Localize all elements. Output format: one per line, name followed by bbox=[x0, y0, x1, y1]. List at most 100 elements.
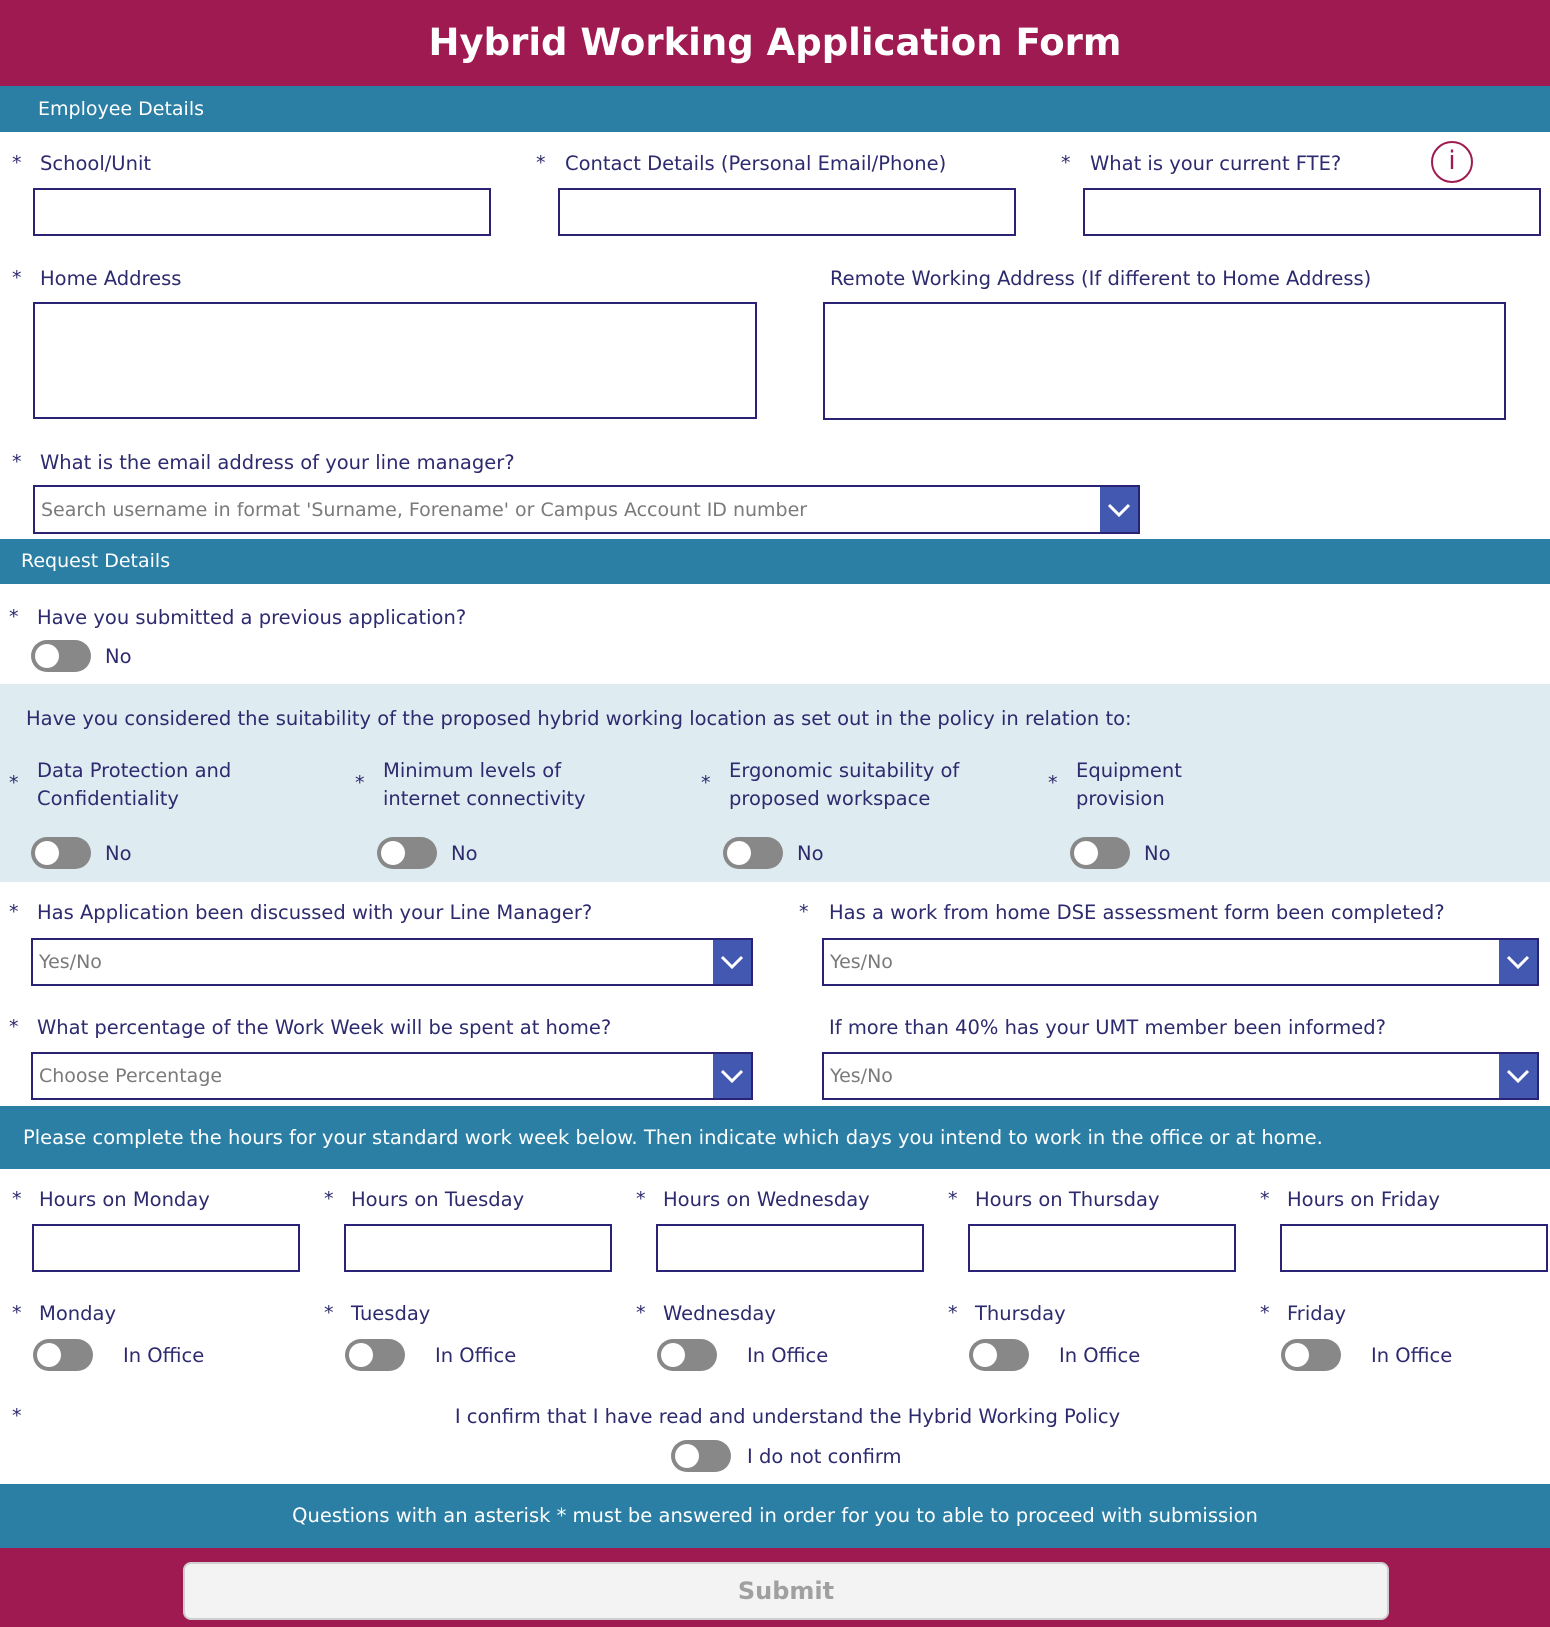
required-fields-note: Questions with an asterisk * must be ans… bbox=[0, 1484, 1550, 1548]
discussed-line-manager-label: Has Application been discussed with your… bbox=[37, 901, 593, 924]
required-marker: * bbox=[536, 152, 546, 174]
suitability-intro: Have you considered the suitability of t… bbox=[26, 707, 1132, 730]
suitability-item-label: Confidentiality bbox=[37, 787, 179, 810]
remote-address-input[interactable] bbox=[823, 302, 1506, 420]
friday-location-value: In Office bbox=[1371, 1344, 1453, 1367]
section-header-employee-details: Employee Details bbox=[0, 86, 1550, 132]
suitability-item-label: Minimum levels of bbox=[383, 759, 562, 782]
info-icon[interactable]: i bbox=[1431, 141, 1473, 183]
friday-label: Friday bbox=[1287, 1302, 1347, 1325]
required-marker: * bbox=[9, 772, 19, 794]
toggle-knob bbox=[35, 644, 59, 668]
contact-details-input[interactable] bbox=[558, 188, 1016, 236]
toggle-knob bbox=[1074, 841, 1098, 865]
line-manager-combobox[interactable]: Search username in format 'Surname, Fore… bbox=[33, 485, 1140, 534]
friday-location-toggle[interactable] bbox=[1281, 1339, 1341, 1371]
suitability-item-label: internet connectivity bbox=[383, 787, 586, 810]
data-protection-toggle[interactable] bbox=[31, 837, 91, 869]
hours-instruction-banner: Please complete the hours for your stand… bbox=[0, 1106, 1550, 1169]
chevron-down-icon[interactable] bbox=[1499, 940, 1537, 984]
chevron-down-icon[interactable] bbox=[1499, 1054, 1537, 1098]
confirmation-toggle[interactable] bbox=[671, 1440, 731, 1472]
required-marker: * bbox=[324, 1302, 334, 1324]
required-marker: * bbox=[355, 772, 365, 794]
toggle-knob bbox=[37, 1343, 61, 1367]
wednesday-label: Wednesday bbox=[663, 1302, 776, 1325]
wednesday-location-toggle[interactable] bbox=[657, 1339, 717, 1371]
required-marker: * bbox=[12, 267, 22, 289]
required-marker: * bbox=[799, 901, 809, 923]
suitability-item-label: Data Protection and bbox=[37, 759, 232, 782]
confirmation-label: I confirm that I have read and understan… bbox=[454, 1405, 1121, 1428]
umt-informed-dropdown[interactable]: Yes/No bbox=[822, 1052, 1539, 1100]
dse-assessment-label: Has a work from home DSE assessment form… bbox=[829, 901, 1445, 924]
hours-friday-label: Hours on Friday bbox=[1287, 1188, 1440, 1211]
hours-wednesday-label: Hours on Wednesday bbox=[663, 1188, 870, 1211]
dse-assessment-dropdown[interactable]: Yes/No bbox=[822, 938, 1539, 986]
required-marker: * bbox=[12, 451, 22, 473]
tuesday-location-toggle[interactable] bbox=[345, 1339, 405, 1371]
toggle-knob bbox=[381, 841, 405, 865]
thursday-label: Thursday bbox=[975, 1302, 1066, 1325]
equipment-provision-toggle[interactable] bbox=[1070, 837, 1130, 869]
equipment-provision-value: No bbox=[1144, 842, 1171, 865]
required-marker: * bbox=[9, 606, 19, 628]
hours-thursday-label: Hours on Thursday bbox=[975, 1188, 1160, 1211]
required-marker: * bbox=[636, 1188, 646, 1210]
required-marker: * bbox=[948, 1302, 958, 1324]
tuesday-location-value: In Office bbox=[435, 1344, 517, 1367]
toggle-knob bbox=[727, 841, 751, 865]
required-marker: * bbox=[636, 1302, 646, 1324]
data-protection-value: No bbox=[105, 842, 132, 865]
ergonomic-suitability-toggle[interactable] bbox=[723, 837, 783, 869]
required-marker: * bbox=[324, 1188, 334, 1210]
toggle-knob bbox=[661, 1343, 685, 1367]
required-marker: * bbox=[9, 901, 19, 923]
fte-input[interactable] bbox=[1083, 188, 1541, 236]
previous-application-toggle[interactable] bbox=[31, 640, 91, 672]
section-header-request-details: Request Details bbox=[0, 539, 1550, 584]
monday-label: Monday bbox=[39, 1302, 116, 1325]
hours-thursday-input[interactable] bbox=[968, 1224, 1236, 1272]
dropdown-placeholder: Yes/No bbox=[830, 1065, 893, 1087]
toggle-knob bbox=[675, 1444, 699, 1468]
chevron-down-icon[interactable] bbox=[713, 1054, 751, 1098]
required-marker: * bbox=[1048, 772, 1058, 794]
page-title: Hybrid Working Application Form bbox=[0, 0, 1550, 86]
thursday-location-toggle[interactable] bbox=[969, 1339, 1029, 1371]
school-unit-label: School/Unit bbox=[40, 152, 152, 175]
hours-tuesday-input[interactable] bbox=[344, 1224, 612, 1272]
previous-application-label: Have you submitted a previous applicatio… bbox=[37, 606, 467, 629]
hours-monday-input[interactable] bbox=[32, 1224, 300, 1272]
required-marker: * bbox=[1260, 1188, 1270, 1210]
monday-location-value: In Office bbox=[123, 1344, 205, 1367]
required-marker: * bbox=[701, 772, 711, 794]
discussed-line-manager-dropdown[interactable]: Yes/No bbox=[31, 938, 753, 986]
home-address-input[interactable] bbox=[33, 302, 757, 419]
fte-label: What is your current FTE? bbox=[1090, 152, 1342, 175]
percentage-home-label: What percentage of the Work Week will be… bbox=[37, 1016, 612, 1039]
line-manager-label: What is the email address of your line m… bbox=[40, 451, 515, 474]
hours-wednesday-input[interactable] bbox=[656, 1224, 924, 1272]
confirmation-value: I do not confirm bbox=[747, 1445, 902, 1468]
suitability-item-label: proposed workspace bbox=[729, 787, 931, 810]
chevron-down-icon[interactable] bbox=[713, 940, 751, 984]
school-unit-input[interactable] bbox=[33, 188, 491, 236]
toggle-knob bbox=[1285, 1343, 1309, 1367]
contact-details-label: Contact Details (Personal Email/Phone) bbox=[565, 152, 947, 175]
umt-informed-label: If more than 40% has your UMT member bee… bbox=[829, 1016, 1386, 1039]
percentage-home-dropdown[interactable]: Choose Percentage bbox=[31, 1052, 753, 1100]
hours-monday-label: Hours on Monday bbox=[39, 1188, 210, 1211]
hours-friday-input[interactable] bbox=[1280, 1224, 1548, 1272]
internet-connectivity-toggle[interactable] bbox=[377, 837, 437, 869]
required-marker: * bbox=[12, 1302, 22, 1324]
remote-address-label: Remote Working Address (If different to … bbox=[830, 267, 1372, 290]
required-marker: * bbox=[12, 152, 22, 174]
toggle-knob bbox=[35, 841, 59, 865]
internet-connectivity-value: No bbox=[451, 842, 478, 865]
required-marker: * bbox=[948, 1188, 958, 1210]
submit-button[interactable]: Submit bbox=[183, 1562, 1389, 1620]
monday-location-toggle[interactable] bbox=[33, 1339, 93, 1371]
toggle-knob bbox=[349, 1343, 373, 1367]
chevron-down-icon[interactable] bbox=[1100, 487, 1138, 532]
